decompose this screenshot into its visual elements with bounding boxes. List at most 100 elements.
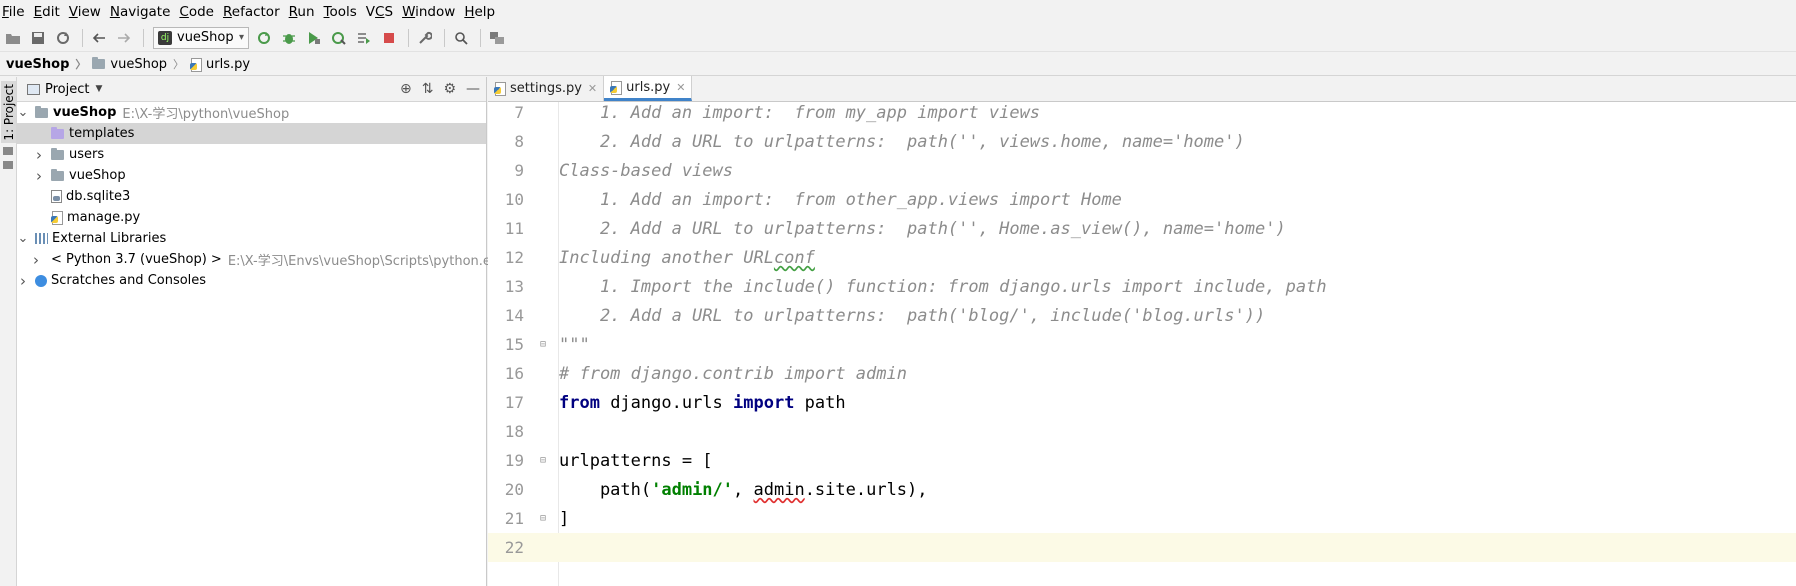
- settings-wrench-icon[interactable]: [414, 27, 436, 49]
- project-panel: Project ▼ ⊕ ⇅ ⚙ — ⌄ vueShop E:\X-学习\python…: [17, 77, 506, 586]
- chevron-down-icon[interactable]: ▼: [95, 84, 102, 94]
- collapse-all-icon[interactable]: ⇅: [422, 81, 434, 97]
- tree-item[interactable]: templates: [17, 123, 486, 144]
- code-line[interactable]: 22: [488, 533, 1796, 562]
- forward-arrow-icon[interactable]: [113, 27, 135, 49]
- chevron-right-icon: 〉: [75, 58, 87, 71]
- project-panel-header: Project ▼ ⊕ ⇅ ⚙ —: [17, 77, 486, 102]
- line-number: 21: [504, 509, 524, 528]
- back-arrow-icon[interactable]: [88, 27, 110, 49]
- sync-icon[interactable]: [52, 27, 74, 49]
- code-text: ]: [559, 508, 570, 529]
- chevron-right-icon[interactable]: ›: [33, 251, 39, 269]
- chevron-right-icon[interactable]: ›: [33, 146, 45, 164]
- tree-item[interactable]: › users: [17, 144, 486, 165]
- code-line[interactable]: 15 ⊟ """: [488, 330, 1796, 359]
- coverage-icon[interactable]: [303, 27, 325, 49]
- chevron-down-icon[interactable]: ⌄: [17, 106, 29, 119]
- tree-item[interactable]: › Scratches and Consoles: [17, 270, 486, 291]
- fold-marker-icon[interactable]: ⊟: [536, 513, 550, 525]
- code-line[interactable]: 21 ⊟]: [488, 504, 1796, 533]
- breadcrumb-project[interactable]: vueShop 〉: [6, 56, 86, 72]
- project-tool-tab[interactable]: 1: Project: [1, 81, 16, 143]
- folder-icon: [35, 105, 48, 118]
- tree-item[interactable]: manage.py: [17, 207, 486, 228]
- tab-urls-py[interactable]: urls.py ✕: [604, 76, 693, 101]
- menu-help[interactable]: Help: [464, 0, 501, 24]
- locate-target-icon[interactable]: ⊕: [400, 81, 412, 97]
- favorites-tool-icon[interactable]: [3, 161, 13, 169]
- code-line[interactable]: 17 from django.urls import path: [488, 388, 1796, 417]
- menu-navigate[interactable]: Navigate: [110, 0, 177, 24]
- debug-icon[interactable]: [278, 27, 300, 49]
- menu-refactor[interactable]: Refactor: [223, 0, 286, 24]
- code-area[interactable]: 7 1. Add an import: from my_app import v…: [488, 102, 1796, 586]
- code-line[interactable]: 13 1. Import the include() function: fro…: [488, 272, 1796, 301]
- stop-icon[interactable]: [378, 27, 400, 49]
- save-icon[interactable]: [27, 27, 49, 49]
- code-line[interactable]: 11 2. Add a URL to urlpatterns: path('',…: [488, 214, 1796, 243]
- toolbar-separator: [143, 28, 144, 47]
- run-concurrency-icon[interactable]: [353, 27, 375, 49]
- tree-item-label: users: [69, 147, 105, 162]
- breadcrumb: vueShop 〉 vueShop 〉 urls.py: [0, 53, 1796, 76]
- open-folder-icon[interactable]: [2, 27, 24, 49]
- toolbar: dj vueShop ▾: [0, 24, 1796, 52]
- menu-file[interactable]: File: [2, 0, 31, 24]
- profile-icon[interactable]: [328, 27, 350, 49]
- chevron-right-icon[interactable]: ›: [17, 272, 29, 290]
- breadcrumb-folder[interactable]: vueShop 〉: [92, 56, 184, 72]
- code-line[interactable]: 14 2. Add a URL to urlpatterns: path('bl…: [488, 301, 1796, 330]
- run-configuration-dropdown[interactable]: dj vueShop ▾: [153, 26, 249, 49]
- structure-tool-icon[interactable]: [3, 147, 13, 155]
- code-line[interactable]: 9 Class-based views: [488, 156, 1796, 185]
- close-icon[interactable]: ✕: [588, 82, 597, 95]
- code-line[interactable]: 16 # from django.contrib import admin: [488, 359, 1796, 388]
- close-icon[interactable]: ✕: [676, 81, 685, 94]
- run-icon[interactable]: [253, 27, 275, 49]
- tab-settings-py[interactable]: settings.py ✕: [488, 76, 605, 101]
- search-icon[interactable]: [450, 27, 472, 49]
- menu-code[interactable]: Code: [179, 0, 220, 24]
- fold-marker-icon[interactable]: ⊟: [536, 455, 550, 467]
- fold-marker-icon[interactable]: ⊟: [536, 339, 550, 351]
- tree-item[interactable]: › < Python 3.7 (vueShop) > E:\X-学习\Envs\vu…: [17, 249, 506, 270]
- code-text: 2. Add a URL to urlpatterns: path('', Ho…: [559, 218, 1286, 239]
- code-line[interactable]: 7 1. Add an import: from my_app import v…: [488, 102, 1796, 127]
- database-file-icon: [51, 190, 62, 203]
- gear-icon[interactable]: ⚙: [443, 81, 456, 97]
- tree-item[interactable]: db.sqlite3: [17, 186, 486, 207]
- tree-item[interactable]: ⌄ vueShop E:\X-学习\python\vueShop: [17, 102, 486, 123]
- code-line[interactable]: 20 path('admin/', admin.site.urls),: [488, 475, 1796, 504]
- code-text: Including another URLconf: [559, 247, 815, 268]
- menu-window[interactable]: Window: [402, 0, 461, 24]
- menu-view[interactable]: View: [69, 0, 107, 24]
- code-line[interactable]: 8 2. Add a URL to urlpatterns: path('', …: [488, 127, 1796, 156]
- menu-tools[interactable]: Tools: [324, 0, 363, 24]
- tree-item[interactable]: › vueShop: [17, 165, 486, 186]
- project-panel-title[interactable]: Project: [45, 82, 89, 97]
- breadcrumb-file[interactable]: urls.py: [190, 57, 250, 72]
- menu-vcs[interactable]: VCS: [366, 0, 399, 24]
- code-line[interactable]: 12 Including another URLconf: [488, 243, 1796, 272]
- menu-run[interactable]: Run: [289, 0, 321, 24]
- chevron-down-icon[interactable]: ⌄: [17, 232, 29, 245]
- code-line[interactable]: 10 1. Add an import: from other_app.view…: [488, 185, 1796, 214]
- code-text: """: [559, 334, 590, 355]
- menu-bar: File Edit View Navigate Code Refactor Run Tools…: [0, 0, 1796, 24]
- structure-icon[interactable]: [486, 27, 508, 49]
- minimize-icon[interactable]: —: [466, 81, 480, 97]
- chevron-right-icon[interactable]: ›: [33, 167, 45, 185]
- project-tree: ⌄ vueShop E:\X-学习\python\vueShop templates ›…: [17, 102, 506, 291]
- code-line[interactable]: 18: [488, 417, 1796, 446]
- folder-icon: [51, 147, 64, 160]
- code-line[interactable]: 19 ⊟ urlpatterns = [: [488, 446, 1796, 475]
- tree-item[interactable]: ⌄ External Libraries: [17, 228, 486, 249]
- python-file-icon: [610, 80, 623, 95]
- code-text: urlpatterns = [: [559, 450, 713, 471]
- menu-edit[interactable]: Edit: [34, 0, 66, 24]
